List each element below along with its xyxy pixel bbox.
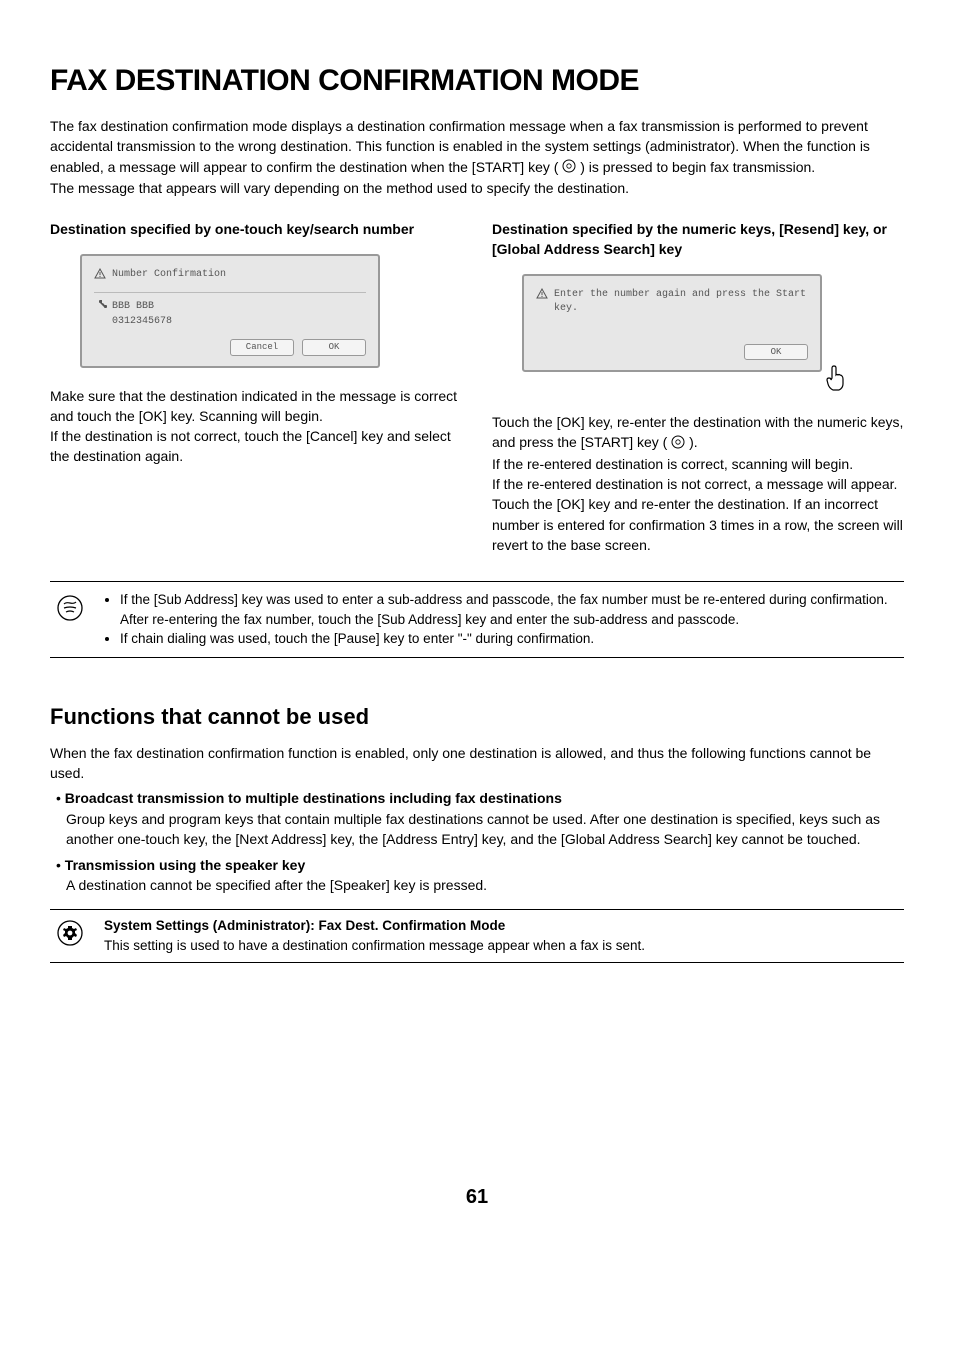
right-body-1a: Touch the [OK] key, re-enter the destina… [492, 414, 903, 450]
left-heading: Destination specified by one-touch key/s… [50, 220, 462, 240]
ok-button[interactable]: OK [302, 339, 366, 356]
note-box: If the [Sub Address] key was used to ent… [50, 581, 904, 658]
system-settings-box: System Settings (Administrator): Fax Des… [50, 909, 904, 962]
left-column: Destination specified by one-touch key/s… [50, 220, 462, 555]
ok-button[interactable]: OK [744, 344, 808, 361]
dialog-dest-name: BBB BBB [112, 300, 154, 314]
two-column-section: Destination specified by one-touch key/s… [50, 220, 904, 555]
page-number: 61 [50, 1183, 904, 1211]
gear-icon [56, 919, 84, 953]
note-item-1: If the [Sub Address] key was used to ent… [120, 590, 904, 629]
start-key-icon [562, 158, 576, 178]
bullet-1-body: Group keys and program keys that contain… [66, 809, 904, 850]
start-key-icon [671, 434, 685, 454]
intro-text-2: ) is pressed to begin fax transmission. [580, 159, 815, 175]
phone-icon [98, 299, 108, 315]
note-item-2: If chain dialing was used, touch the [Pa… [120, 629, 904, 649]
right-body-3: If the re-entered destination is not cor… [492, 474, 904, 555]
dialog-dest-number: 0312345678 [112, 315, 366, 329]
bullet-2-title: Transmission using the speaker key [65, 857, 305, 873]
touch-hand-icon [820, 364, 850, 400]
left-body-2: If the destination is not correct, touch… [50, 426, 462, 467]
right-column: Destination specified by the numeric key… [492, 220, 904, 555]
right-body-2: If the re-entered destination is correct… [492, 454, 904, 474]
bullet-2-body: A destination cannot be specified after … [66, 875, 904, 895]
note-icon [56, 594, 84, 628]
functions-bullets: • Broadcast transmission to multiple des… [50, 789, 904, 895]
sys-bold: System Settings (Administrator): Fax Des… [104, 916, 645, 936]
right-body-1b: ). [689, 434, 698, 450]
warning-icon [536, 288, 548, 306]
dialog-title: Number Confirmation [112, 268, 226, 282]
intro-text-3: The message that appears will vary depen… [50, 178, 904, 198]
functions-heading: Functions that cannot be used [50, 702, 904, 733]
right-heading: Destination specified by the numeric key… [492, 220, 904, 259]
dialog-message: Enter the number again and press the Sta… [554, 288, 808, 316]
intro-block: The fax destination confirmation mode di… [50, 116, 904, 198]
sys-body: This setting is used to have a destinati… [104, 936, 645, 956]
left-body-1: Make sure that the destination indicated… [50, 386, 462, 427]
bullet-1-title: Broadcast transmission to multiple desti… [65, 790, 562, 806]
warning-icon [94, 268, 106, 286]
reenter-number-dialog: Enter the number again and press the Sta… [522, 274, 822, 373]
functions-intro: When the fax destination confirmation fu… [50, 743, 904, 784]
number-confirmation-dialog: Number Confirmation BBB BBB 0312345678 [80, 254, 380, 368]
page-title: FAX DESTINATION CONFIRMATION MODE [50, 60, 904, 102]
cancel-button[interactable]: Cancel [230, 339, 294, 356]
